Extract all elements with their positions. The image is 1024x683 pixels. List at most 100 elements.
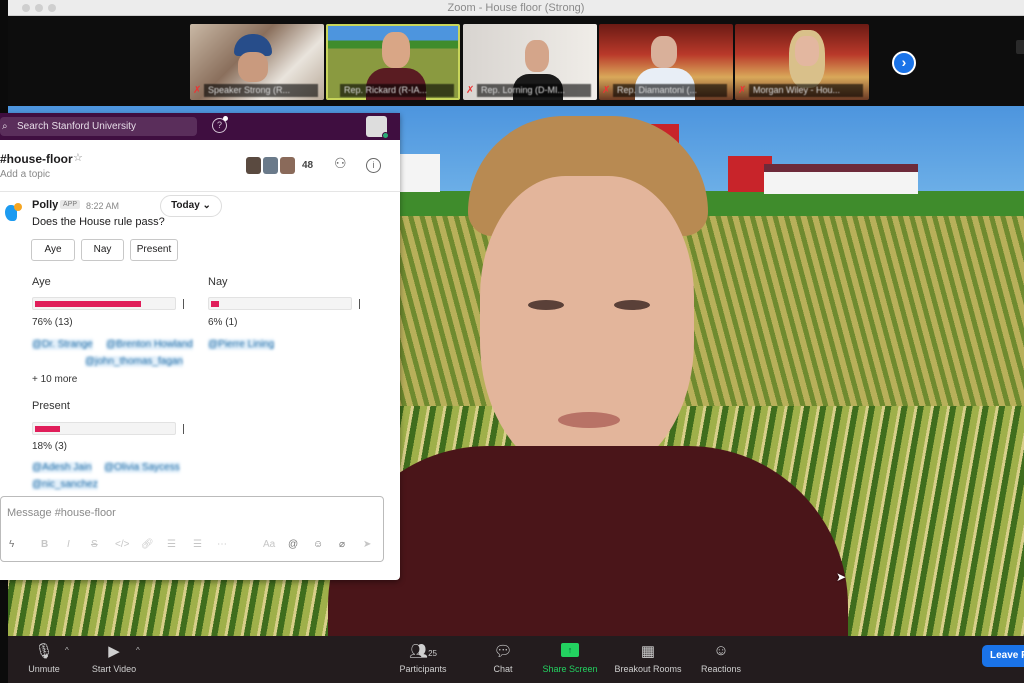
vote-present-button[interactable]: Present [130, 239, 178, 261]
voter-mention[interactable]: @nic_sanchez [32, 479, 98, 490]
poll-option-label: Aye [32, 276, 51, 288]
member-avatar[interactable] [246, 157, 261, 174]
participant-strip: ✗ Speaker Strong (R... Rep. Rickard (R-I… [8, 16, 1024, 106]
participant-thumbnail[interactable]: ✗ Rep. Diamantoni (... [599, 24, 733, 100]
voter-mention[interactable]: @john_thomas_fagan [85, 356, 183, 367]
voter-mention[interactable]: @Olivia Saycess [104, 462, 180, 473]
vote-aye-button[interactable]: Aye [31, 239, 75, 261]
video-options-caret[interactable]: ^ [136, 646, 140, 655]
shirt [328, 446, 848, 636]
italic-icon[interactable]: I [67, 539, 70, 550]
zoom-toolbar: 🎙︎ Unmute ^ ▶︎ Start Video ^ 👥︎25 Partic… [8, 636, 1024, 683]
online-status-icon [382, 132, 389, 139]
chat-button[interactable]: 💬︎ Chat [484, 636, 522, 683]
breakout-rooms-button[interactable]: ▦ Breakout Rooms [610, 636, 686, 683]
audio-options-caret[interactable]: ^ [65, 646, 69, 655]
participant-name: Rep. Diamantoni (... [613, 84, 727, 97]
participant-thumbnail[interactable]: ✗ Morgan Wiley - Hou... [735, 24, 869, 100]
emoji-icon[interactable]: ☺ [313, 539, 323, 550]
farmhouse-roof [764, 164, 918, 172]
shortcuts-icon[interactable]: ϟ [9, 539, 14, 550]
poll-option-label: Nay [208, 276, 228, 288]
more-formatting-icon[interactable]: ⋯ [217, 539, 227, 550]
poll-bar-aye [32, 297, 176, 310]
participant-thumbnail[interactable]: ✗ Rep. Lorning (D-MI... [463, 24, 597, 100]
poll-result: 6% (1) [208, 317, 238, 328]
participant-name: Speaker Strong (R... [204, 84, 318, 97]
muted-mic-icon: ✗ [193, 85, 202, 96]
vote-nay-button[interactable]: Nay [81, 239, 124, 261]
participant-name: Morgan Wiley - Hou... [749, 84, 863, 97]
composer-input[interactable]: Message #house-floor [7, 507, 116, 519]
strikethrough-icon[interactable]: S [91, 539, 98, 550]
voter-mention[interactable]: @Pierre Lining [208, 339, 275, 350]
add-people-icon[interactable]: ⚇ [334, 155, 347, 172]
poll-option-label: Present [32, 400, 70, 412]
poll-bar-fill [35, 426, 61, 432]
next-page-button[interactable]: › [892, 51, 916, 75]
chevron-right-icon: › [901, 54, 907, 70]
start-video-button[interactable]: ▶︎ Start Video [84, 636, 144, 683]
slack-search-input[interactable]: ⌕ Search Stanford University [0, 117, 197, 136]
voter-mention[interactable]: @Brenton Howland [106, 339, 193, 350]
star-icon[interactable]: ☆ [73, 151, 83, 164]
member-avatar[interactable] [280, 157, 295, 174]
polly-bot-icon [2, 201, 22, 223]
send-icon[interactable]: ➤ [363, 539, 371, 550]
bar-end-tick [183, 299, 184, 309]
message-composer[interactable]: Message #house-floor ϟ B I S </> 🔗︎ ☰ ☰ … [0, 496, 384, 562]
message-timestamp[interactable]: 8:22 AM [86, 201, 119, 211]
poll-bar-present [32, 422, 176, 435]
date-divider-button[interactable]: Today ⌄ [160, 195, 222, 217]
bar-end-tick [359, 299, 360, 309]
view-toggle-button[interactable] [1016, 40, 1024, 54]
video-off-icon: ▶︎ [108, 643, 120, 660]
bulleted-list-icon[interactable]: ☰ [193, 539, 202, 550]
share-screen-button[interactable]: ↑ Share Screen [538, 636, 602, 683]
face [238, 52, 268, 82]
channel-name[interactable]: #house-floor [0, 152, 73, 166]
participants-icon: 👥︎25 [409, 643, 437, 660]
voter-mention[interactable]: @Adesh Jain [32, 462, 92, 473]
participant-thumbnail[interactable]: ✗ Speaker Strong (R... [190, 24, 324, 100]
poll-question: Does the House rule pass? [32, 216, 165, 228]
member-count[interactable]: 48 [302, 160, 313, 171]
participants-label: Participants [399, 664, 447, 674]
code-icon[interactable]: </> [115, 539, 129, 550]
more-voters-link[interactable]: + 10 more [32, 374, 77, 385]
reactions-icon: ☺ [713, 642, 729, 659]
member-avatar[interactable] [263, 157, 278, 174]
leave-room-button[interactable]: Leave Room [982, 645, 1024, 667]
message-sender[interactable]: Polly [32, 199, 58, 211]
info-icon[interactable]: i [366, 158, 381, 173]
face [382, 32, 410, 68]
chat-label: Chat [493, 664, 513, 674]
participants-button[interactable]: 👥︎25 Participants [394, 636, 452, 683]
channel-topic[interactable]: Add a topic [0, 169, 50, 180]
ordered-list-icon[interactable]: ☰ [167, 539, 176, 550]
breakout-rooms-icon: ▦ [640, 643, 656, 660]
window-titlebar: Zoom - House floor (Strong) [8, 0, 1024, 16]
attachment-icon[interactable]: ⌀ [339, 539, 345, 550]
mention-icon[interactable]: @ [288, 539, 298, 550]
bold-icon[interactable]: B [41, 539, 48, 550]
face [795, 36, 819, 66]
search-icon: ⌕ [2, 121, 8, 132]
participant-thumbnail[interactable]: Rep. Rickard (R-IA... [326, 24, 460, 100]
poll-result: 76% (13) [32, 317, 73, 328]
poll-result: 18% (3) [32, 441, 68, 452]
reactions-button[interactable]: ☺ Reactions [696, 636, 746, 683]
slack-top-bar: ⌕ Search Stanford University ? [0, 113, 400, 140]
voter-mention[interactable]: @Dr. Strange [32, 339, 93, 350]
link-icon[interactable]: 🔗︎ [141, 539, 154, 550]
unmute-button[interactable]: 🎙︎ Unmute [22, 636, 66, 683]
participant-count: 25 [428, 649, 437, 658]
share-screen-label: Share Screen [542, 664, 598, 674]
search-placeholder: Search Stanford University [17, 121, 136, 132]
participant-name: Rep. Lorning (D-MI... [477, 84, 591, 97]
unmute-label: Unmute [28, 664, 60, 674]
muted-mic-icon: ✗ [602, 85, 611, 96]
text-format-icon[interactable]: Aa [263, 539, 275, 550]
slack-window: ⌕ Search Stanford University ? #house-fl… [0, 113, 400, 580]
breakout-rooms-label: Breakout Rooms [614, 664, 682, 674]
